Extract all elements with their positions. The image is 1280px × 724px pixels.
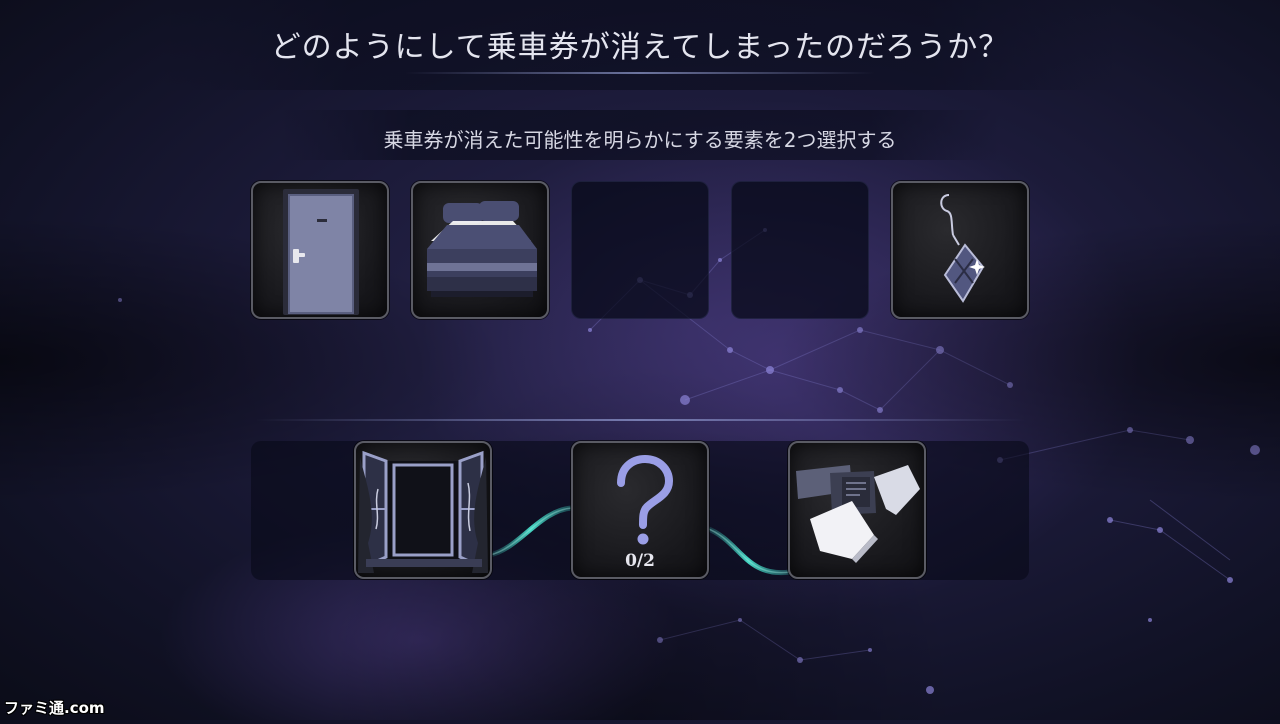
- open-window-icon: [358, 450, 488, 573]
- chain-links: [489, 505, 791, 576]
- selection-counter: 0/2: [625, 551, 655, 571]
- chain-card-unknown[interactable]: 0/2: [571, 441, 709, 579]
- watermark-logo: ファミ通.com: [4, 699, 105, 717]
- link-left: [489, 505, 573, 558]
- scattered-papers-icon: [796, 465, 920, 563]
- chain-card-papers[interactable]: [788, 441, 926, 579]
- chain-card-window[interactable]: [354, 441, 492, 579]
